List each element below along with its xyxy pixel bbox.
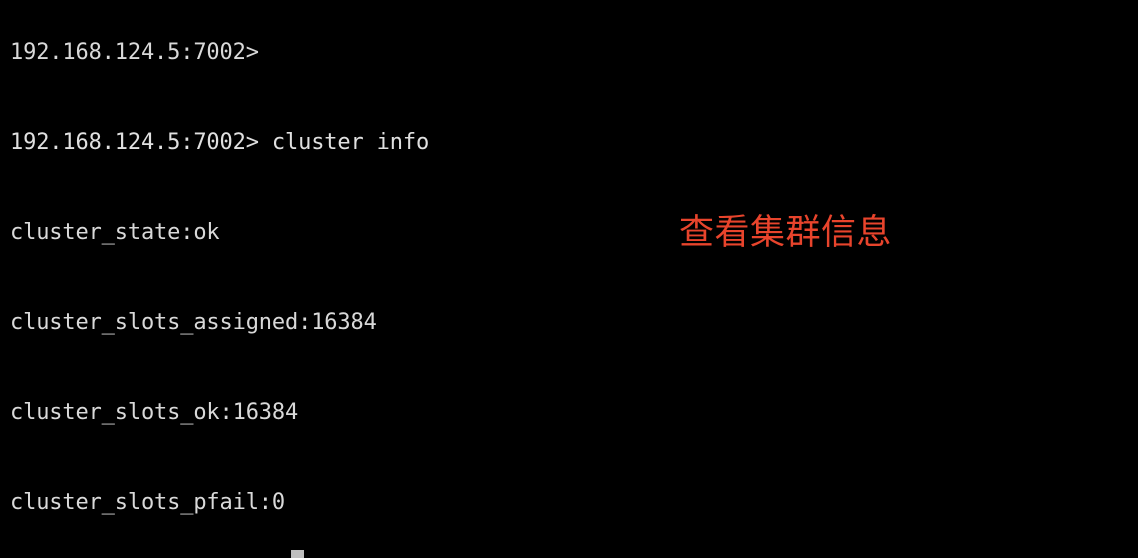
terminal-output: 192.168.124.5:7002> 192.168.124.5:7002> … (10, 0, 547, 558)
output-line-cluster-state: cluster_state:ok (10, 220, 220, 245)
scrollback-partial-line: 192.168.124.5:7002> (10, 40, 259, 65)
terminal-window[interactable]: 192.168.124.5:7002> 192.168.124.5:7002> … (0, 0, 1138, 558)
output-line-cluster-slots-ok: cluster_slots_ok:16384 (10, 400, 299, 425)
terminal-cursor (291, 550, 304, 558)
output-line-cluster-slots-assigned: cluster_slots_assigned:16384 (10, 310, 377, 335)
prompt-line: 192.168.124.5:7002> cluster info (10, 130, 430, 155)
output-line-cluster-slots-pfail: cluster_slots_pfail:0 (10, 490, 285, 515)
annotation-label: 查看集群信息 (679, 213, 893, 253)
